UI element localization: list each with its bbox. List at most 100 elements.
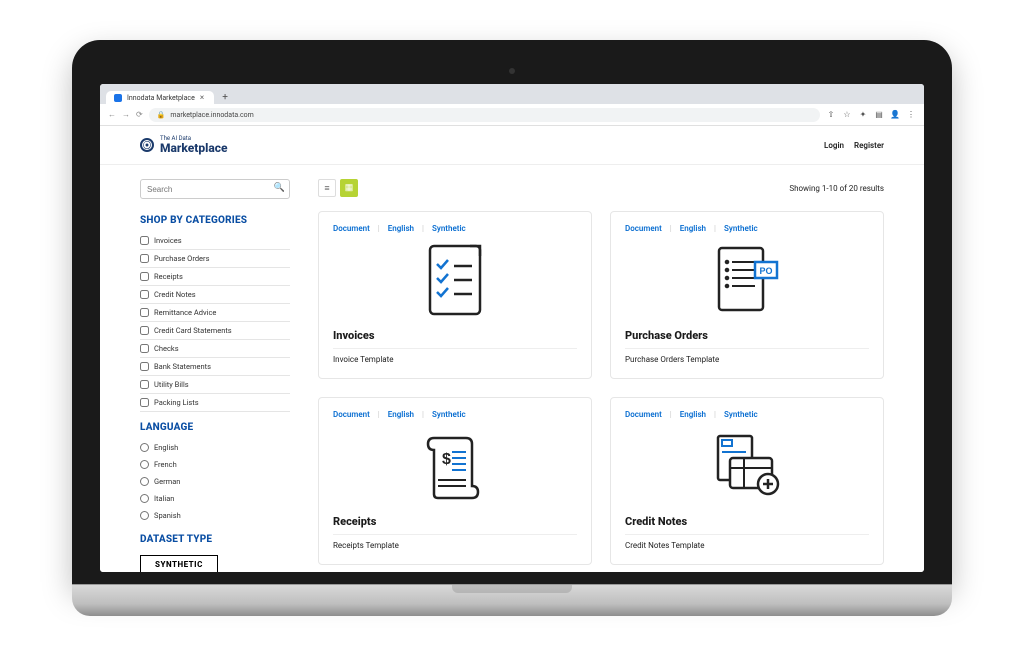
register-link[interactable]: Register — [854, 141, 884, 150]
product-card[interactable]: Document| English| Synthetic — [610, 397, 884, 565]
main-top: ≡ ▦ Showing 1-10 of 20 results — [318, 179, 884, 197]
tag-link[interactable]: English — [388, 410, 414, 419]
facet-item[interactable]: Credit Notes — [140, 286, 290, 304]
brand[interactable]: ⦿ The AI Data Marketplace — [140, 136, 228, 154]
tag-link[interactable]: English — [680, 410, 706, 419]
search-icon[interactable]: 🔍 — [274, 183, 285, 193]
main: ≡ ▦ Showing 1-10 of 20 results Document|… — [318, 179, 884, 572]
facet-radio[interactable] — [140, 477, 149, 486]
facet-checkbox[interactable] — [140, 326, 149, 335]
product-card[interactable]: Document| English| Synthetic $ — [318, 397, 592, 565]
divider — [333, 348, 577, 349]
tag-link[interactable]: Synthetic — [724, 410, 758, 419]
facet-label: Italian — [154, 494, 174, 503]
bookmark-icon[interactable]: ▤ — [874, 110, 884, 119]
card-tags: Document| English| Synthetic — [333, 410, 577, 419]
facet-item[interactable]: Checks — [140, 340, 290, 358]
facet-item[interactable]: Bank Statements — [140, 358, 290, 376]
browser-tab[interactable]: Innodata Marketplace × — [106, 91, 214, 104]
forward-icon[interactable]: → — [122, 110, 130, 119]
reload-icon[interactable]: ⟳ — [136, 110, 143, 119]
tag-link[interactable]: English — [388, 224, 414, 233]
facet-checkbox[interactable] — [140, 380, 149, 389]
facet-item[interactable]: Invoices — [140, 232, 290, 250]
facet-checkbox[interactable] — [140, 308, 149, 317]
facet-item[interactable]: Italian — [140, 490, 290, 507]
svg-text:$: $ — [442, 451, 451, 468]
card-title: Invoices — [333, 329, 577, 342]
card-title: Receipts — [333, 515, 577, 528]
facet-item[interactable]: English — [140, 439, 290, 456]
facet-label: Credit Notes — [154, 290, 196, 299]
facet-label: Invoices — [154, 236, 182, 245]
tag-link[interactable]: Document — [625, 410, 662, 419]
list-view-button[interactable]: ≡ — [318, 179, 336, 197]
card-tags: Document| English| Synthetic — [625, 224, 869, 233]
tag-link[interactable]: Document — [333, 410, 370, 419]
card-subtitle: Receipts Template — [333, 541, 577, 550]
facet-radio[interactable] — [140, 443, 149, 452]
extension-icon[interactable]: ✦ — [858, 110, 868, 119]
product-card[interactable]: Document| English| Synthetic — [318, 211, 592, 379]
facet-item[interactable]: Credit Card Statements — [140, 322, 290, 340]
login-link[interactable]: Login — [824, 141, 844, 150]
tag-link[interactable]: Document — [333, 224, 370, 233]
card-subtitle: Credit Notes Template — [625, 541, 869, 550]
logo-icon: ⦿ — [140, 138, 154, 152]
back-icon[interactable]: ← — [108, 110, 116, 119]
facet-item[interactable]: Packing Lists — [140, 394, 290, 412]
card-title: Credit Notes — [625, 515, 869, 528]
facet-label: German — [154, 477, 180, 486]
favicon — [114, 94, 122, 102]
facet-checkbox[interactable] — [140, 236, 149, 245]
facet-item[interactable]: Spanish — [140, 507, 290, 524]
facet-checkbox[interactable] — [140, 254, 149, 263]
profile-icon[interactable]: 👤 — [890, 110, 900, 119]
view-toggle: ≡ ▦ — [318, 179, 358, 197]
product-card[interactable]: Document| English| Synthetic — [610, 211, 884, 379]
screen-frame: Innodata Marketplace × + ← → ⟳ 🔒 marketp… — [72, 40, 952, 584]
tag-link[interactable]: Synthetic — [724, 224, 758, 233]
facet-label: Checks — [154, 344, 179, 353]
tag-link[interactable]: Document — [625, 224, 662, 233]
card-tags: Document| English| Synthetic — [333, 224, 577, 233]
facet-checkbox[interactable] — [140, 398, 149, 407]
tag-link[interactable]: English — [680, 224, 706, 233]
facet-item[interactable]: Remittance Advice — [140, 304, 290, 322]
page-body: 🔍 SHOP BY CATEGORIES Invoices Purchase O… — [100, 165, 924, 572]
laptop-base — [72, 584, 952, 616]
facet-checkbox[interactable] — [140, 290, 149, 299]
dataset-chip[interactable]: SYNTHETIC — [140, 555, 218, 572]
facet-item[interactable]: Purchase Orders — [140, 250, 290, 268]
facet-radio[interactable] — [140, 460, 149, 469]
facet-item[interactable]: Receipts — [140, 268, 290, 286]
facet-radio[interactable] — [140, 511, 149, 520]
facet-item[interactable]: Utility Bills — [140, 376, 290, 394]
search-wrap: 🔍 — [140, 179, 290, 199]
brand-main: Marketplace — [160, 142, 228, 154]
facet-item[interactable]: German — [140, 473, 290, 490]
facet-checkbox[interactable] — [140, 362, 149, 371]
star-icon[interactable]: ☆ — [842, 110, 852, 119]
search-input[interactable] — [140, 179, 290, 199]
credit-note-illustration-icon — [625, 427, 869, 505]
tag-link[interactable]: Synthetic — [432, 410, 466, 419]
facet-label: English — [154, 443, 178, 452]
facet-checkbox[interactable] — [140, 272, 149, 281]
divider — [625, 348, 869, 349]
facet-radio[interactable] — [140, 494, 149, 503]
tag-link[interactable]: Synthetic — [432, 224, 466, 233]
card-subtitle: Invoice Template — [333, 355, 577, 364]
new-tab-button[interactable]: + — [218, 90, 232, 104]
share-icon[interactable]: ⇧ — [826, 110, 836, 119]
card-title: Purchase Orders — [625, 329, 869, 342]
facet-item[interactable]: French — [140, 456, 290, 473]
menu-icon[interactable]: ⋮ — [906, 110, 916, 119]
url-text: marketplace.innodata.com — [170, 111, 253, 119]
purchase-order-illustration-icon: PO — [625, 241, 869, 319]
close-tab-icon[interactable]: × — [200, 94, 204, 102]
grid-view-button[interactable]: ▦ — [340, 179, 358, 197]
address-bar[interactable]: 🔒 marketplace.innodata.com — [149, 108, 820, 122]
screen: Innodata Marketplace × + ← → ⟳ 🔒 marketp… — [100, 84, 924, 572]
facet-checkbox[interactable] — [140, 344, 149, 353]
